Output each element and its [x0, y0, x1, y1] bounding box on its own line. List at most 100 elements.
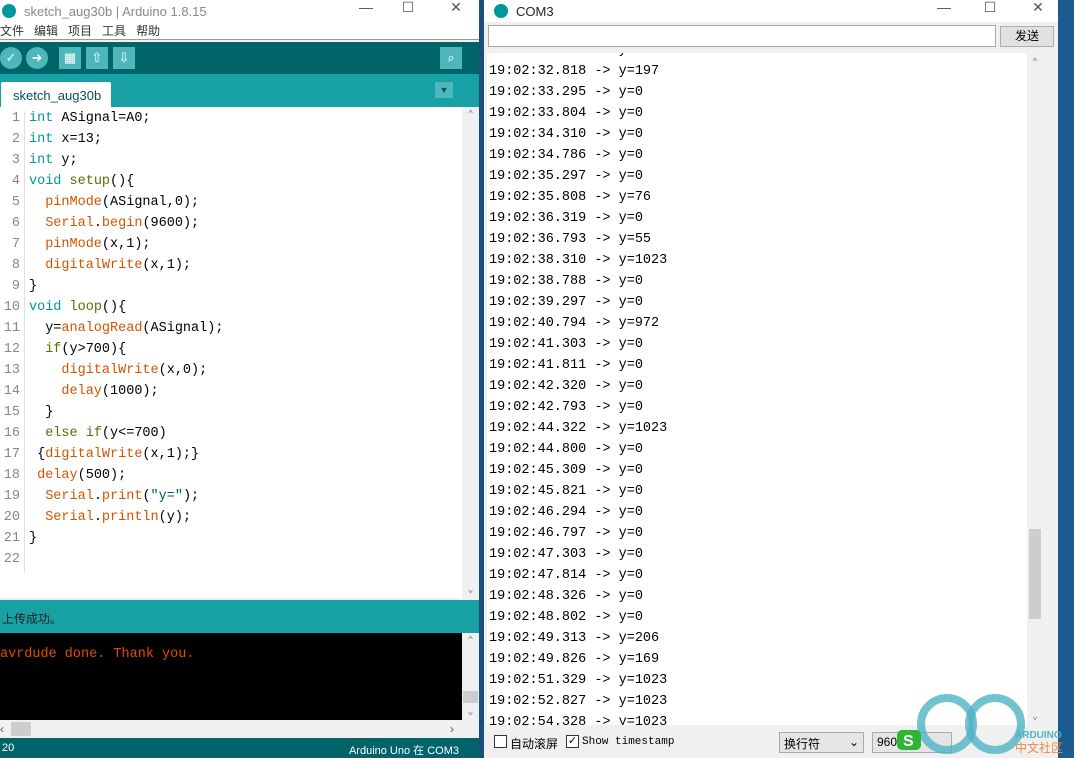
- serial-line: 19:02:39.297 -> y=0: [489, 295, 643, 310]
- serial-line: 19:02:41.811 -> y=0: [489, 358, 643, 373]
- code-token: (y<=700): [101, 426, 167, 441]
- code-token: );: [182, 489, 200, 504]
- menu-edit[interactable]: 编辑: [34, 22, 58, 39]
- code-token: digitalWrite: [45, 258, 143, 273]
- serial-line: 19:02:32.307 -> y=0: [489, 53, 643, 58]
- line-ending-select[interactable]: 换行符 ⌄: [779, 732, 864, 753]
- code-token: (y>700){: [61, 342, 127, 357]
- minimize-button[interactable]: —: [346, 0, 386, 20]
- code-token: (ASignal);: [142, 321, 224, 336]
- serial-line: 19:02:36.793 -> y=55: [489, 232, 652, 247]
- line-number: 18: [0, 468, 25, 489]
- line-number: 1: [0, 111, 25, 132]
- code-token: if: [45, 342, 62, 357]
- code-line: delay(1000);: [29, 384, 158, 399]
- serial-scrollbar[interactable]: ⌃ ⌄: [1027, 53, 1043, 725]
- serial-monitor-icon[interactable]: ⌕: [440, 47, 462, 69]
- code-editor[interactable]: ⌃ ⌄ 1 int ASignal=A0; 2 int x=13; 3 int y; 4 voi…: [0, 107, 479, 598]
- line-ending-value: 换行符: [784, 737, 821, 751]
- autoscroll-checkbox[interactable]: [494, 735, 507, 748]
- serial-maximize-button[interactable]: ☐: [970, 0, 1010, 20]
- code-token: else: [45, 426, 78, 441]
- timestamp-checkbox[interactable]: ✓: [566, 735, 579, 748]
- code-token: void: [29, 300, 62, 315]
- tab-sketch[interactable]: sketch_aug30b: [1, 82, 111, 107]
- console-scrollbar[interactable]: ⌃ ⌄: [462, 633, 479, 720]
- editor-scrollbar[interactable]: ⌃ ⌄: [462, 107, 479, 598]
- code-token: }: [29, 279, 38, 294]
- tab-menu-chevron-down-icon[interactable]: ▼: [435, 82, 453, 98]
- console-line: avrdude done. Thank you.: [0, 647, 195, 662]
- footer-bar: 20 Arduino Uno 在 COM3: [0, 738, 479, 758]
- svg-text:S: S: [903, 733, 914, 750]
- line-number: 12: [0, 342, 25, 363]
- code-token: (x,1);}: [142, 447, 200, 462]
- verify-icon[interactable]: ✓: [0, 47, 22, 69]
- menu-help[interactable]: 帮助: [136, 22, 160, 39]
- code-token: int: [29, 153, 54, 168]
- send-button[interactable]: 发送: [1000, 26, 1054, 47]
- code-line: void loop(){: [29, 300, 126, 315]
- code-token: }: [29, 405, 54, 420]
- serial-send-input[interactable]: [488, 25, 996, 47]
- code-token: (){: [110, 174, 135, 189]
- serial-line: 19:02:45.821 -> y=0: [489, 484, 643, 499]
- serial-line: 19:02:47.814 -> y=0: [489, 568, 643, 583]
- window-title: sketch_aug30b | Arduino 1.8.15: [24, 3, 207, 19]
- menu-sketch[interactable]: 项目: [68, 22, 92, 39]
- line-number: 21: [0, 531, 25, 552]
- code-line: void setup(){: [29, 174, 134, 189]
- line-number: 20: [2, 742, 15, 754]
- new-icon[interactable]: ▦: [59, 47, 81, 69]
- serial-minimize-button[interactable]: —: [924, 0, 964, 20]
- console-hscrollbar[interactable]: ‹ ›: [0, 720, 479, 738]
- maximize-button[interactable]: ☐: [388, 0, 428, 20]
- code-line: delay(500);: [29, 468, 126, 483]
- code-token: if: [85, 426, 102, 441]
- code-line: int x=13;: [29, 132, 102, 147]
- code-line: digitalWrite(x,0);: [29, 363, 207, 378]
- upload-icon[interactable]: ➜: [26, 47, 48, 69]
- serial-line: 19:02:49.826 -> y=169: [489, 652, 660, 667]
- code-line: pinMode(x,1);: [29, 237, 150, 252]
- serial-line: 19:02:47.303 -> y=0: [489, 547, 643, 562]
- code-token: (ASignal,0);: [101, 195, 200, 210]
- save-icon[interactable]: ⇩: [113, 47, 135, 69]
- chevron-down-icon: ⌄: [848, 735, 859, 749]
- menu-bar: 文件 编辑 项目 工具 帮助: [0, 22, 479, 40]
- toolbar: ✓ ➜ ▦ ⇧ ⇩ ⌕: [0, 42, 479, 74]
- code-token: Serial: [45, 510, 94, 525]
- autoscroll-label: 自动滚屏: [510, 737, 559, 751]
- code-token: (){: [101, 300, 127, 315]
- menu-file[interactable]: 文件: [0, 22, 24, 39]
- svg-text:中文社区: 中文社区: [1015, 740, 1063, 755]
- code-token: (y);: [158, 510, 192, 525]
- code-token: int: [29, 111, 54, 126]
- line-number: 19: [0, 489, 25, 510]
- serial-line: 19:02:54.328 -> y=1023: [489, 715, 668, 725]
- code-token: y;: [53, 153, 78, 168]
- arduino-ide-window: sketch_aug30b | Arduino 1.8.15 — ☐ ✕ 文件 …: [0, 0, 479, 758]
- code-token: begin: [101, 216, 143, 231]
- code-token: ASignal=A0;: [53, 111, 151, 126]
- code-token: "y=": [150, 489, 183, 504]
- serial-line: 19:02:46.797 -> y=0: [489, 526, 643, 541]
- code-line: int y;: [29, 153, 78, 168]
- open-icon[interactable]: ⇧: [86, 47, 108, 69]
- line-number: 22: [0, 552, 25, 573]
- close-button[interactable]: ✕: [436, 0, 476, 20]
- serial-line: 19:02:48.326 -> y=0: [489, 589, 643, 604]
- menu-tools[interactable]: 工具: [102, 22, 126, 39]
- arduino-logo-icon: [2, 4, 16, 18]
- line-number: 6: [0, 216, 25, 237]
- serial-close-button[interactable]: ✕: [1018, 0, 1058, 20]
- serial-line: 19:02:36.319 -> y=0: [489, 211, 643, 226]
- serial-line: 19:02:45.309 -> y=0: [489, 463, 643, 478]
- serial-title-bar: COM3 — ☐ ✕: [484, 0, 1058, 22]
- line-number: 4: [0, 174, 25, 195]
